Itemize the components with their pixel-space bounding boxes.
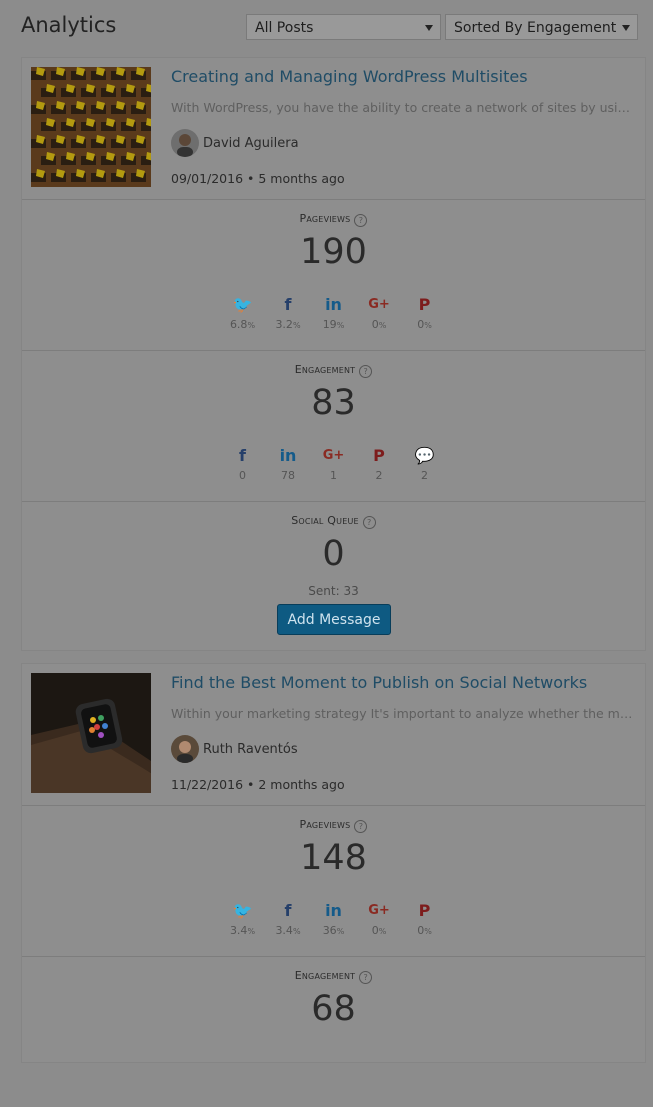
post-author: David Aguilera bbox=[171, 129, 299, 157]
add-message-button[interactable]: Add Message bbox=[277, 604, 391, 635]
stat-pinterest: P 0% bbox=[402, 294, 448, 331]
chevron-down-icon bbox=[425, 25, 433, 31]
post-title-link[interactable]: Creating and Managing WordPress Multisit… bbox=[171, 67, 528, 86]
help-icon[interactable]: ? bbox=[362, 516, 376, 529]
twitter-icon: 🐦 bbox=[232, 295, 253, 314]
stat-linkedin: in 19% bbox=[311, 294, 357, 331]
pageviews-count: 148 bbox=[300, 838, 367, 878]
post-header: Find the Best Moment to Publish on Socia… bbox=[22, 664, 645, 806]
linkedin-icon: in bbox=[325, 901, 342, 920]
social-queue-section: Social Queue? 0 Sent: 33 Add Message bbox=[22, 502, 645, 652]
avatar bbox=[171, 129, 199, 157]
post-author: Ruth Raventós bbox=[171, 735, 298, 763]
help-icon[interactable]: ? bbox=[359, 971, 373, 984]
post-filter-value: All Posts bbox=[255, 20, 314, 36]
pageviews-section: Pageviews? 148 🐦 3.4% f 3.4% in 36% G+ 0% P0… bbox=[22, 806, 645, 957]
stat-google-plus: G+ 0% bbox=[356, 294, 402, 331]
page-header: Analytics All Posts Sorted By Engagement bbox=[0, 0, 653, 56]
post-card: Creating and Managing WordPress Multisit… bbox=[21, 57, 646, 651]
stat-facebook: f 3.4% bbox=[265, 900, 311, 937]
stat-facebook: f0 bbox=[220, 445, 266, 482]
linkedin-icon: in bbox=[279, 446, 297, 465]
facebook-icon: f bbox=[239, 446, 246, 465]
google-plus-icon: G+ bbox=[322, 448, 345, 463]
sent-count: Sent: 33 bbox=[308, 584, 359, 598]
pinterest-icon: P bbox=[418, 901, 431, 920]
chevron-down-icon bbox=[622, 25, 630, 31]
pageviews-breakdown: 🐦 3.4% f 3.4% in 36% G+ 0% P 0% bbox=[22, 900, 645, 937]
google-plus-icon: G+ bbox=[368, 297, 390, 312]
stat-twitter: 🐦 6.8% bbox=[220, 294, 266, 331]
help-icon[interactable]: ? bbox=[354, 820, 368, 833]
stat-comments: 💬 2 bbox=[402, 445, 448, 482]
post-thumbnail[interactable] bbox=[31, 673, 151, 793]
post-date: 11/22/2016 • 2 months ago bbox=[171, 777, 345, 792]
stat-linkedin: in 36% bbox=[311, 900, 357, 937]
linkedin-icon: in bbox=[325, 295, 342, 314]
post-filter-select[interactable]: All Posts bbox=[246, 14, 441, 40]
social-queue-count: 0 bbox=[322, 534, 345, 574]
google-plus-icon: G+ bbox=[368, 903, 390, 918]
help-icon[interactable]: ? bbox=[354, 214, 368, 227]
stat-twitter: 🐦 3.4% bbox=[220, 900, 266, 937]
help-icon[interactable]: ? bbox=[359, 365, 373, 378]
post-thumbnail[interactable] bbox=[31, 67, 151, 187]
avatar bbox=[171, 735, 199, 763]
pinterest-icon: P bbox=[418, 295, 431, 314]
engagement-count: 83 bbox=[311, 383, 356, 423]
engagement-section: Engagement? 83 f0 in 78 G+ 1 P2 💬 2 bbox=[22, 351, 645, 502]
pinterest-icon: P bbox=[373, 446, 385, 465]
sort-select[interactable]: Sorted By Engagement bbox=[445, 14, 638, 40]
post-excerpt: Within your marketing strategy It's impo… bbox=[171, 706, 633, 721]
stat-pinterest: P 0% bbox=[402, 900, 448, 937]
engagement-label: Engagement? bbox=[22, 969, 645, 984]
pageviews-section: Pageviews? 190 🐦 6.8% f 3.2% in 19% G+ 0% P0… bbox=[22, 200, 645, 351]
comment-icon: 💬 bbox=[414, 446, 435, 465]
facebook-icon: f bbox=[284, 901, 292, 920]
page-title: Analytics bbox=[21, 13, 117, 37]
author-name: David Aguilera bbox=[203, 135, 299, 151]
social-queue-label: Social Queue? bbox=[22, 514, 645, 529]
pageviews-breakdown: 🐦 6.8% f 3.2% in 19% G+ 0% P 0% bbox=[22, 294, 645, 331]
post-card: Find the Best Moment to Publish on Socia… bbox=[21, 663, 646, 1063]
engagement-section: Engagement? 68 bbox=[22, 957, 645, 1107]
twitter-icon: 🐦 bbox=[232, 901, 253, 920]
sort-value: Sorted By Engagement bbox=[454, 20, 617, 36]
engagement-count: 68 bbox=[311, 989, 356, 1029]
post-date: 09/01/2016 • 5 months ago bbox=[171, 171, 345, 186]
stat-google-plus: G+ 1 bbox=[311, 445, 357, 482]
pageviews-label: Pageviews? bbox=[22, 818, 645, 833]
stat-linkedin: in 78 bbox=[265, 445, 311, 482]
stat-google-plus: G+ 0% bbox=[356, 900, 402, 937]
pageviews-count: 190 bbox=[300, 232, 367, 272]
stat-facebook: f 3.2% bbox=[265, 294, 311, 331]
facebook-icon: f bbox=[284, 295, 292, 314]
engagement-label: Engagement? bbox=[22, 363, 645, 378]
engagement-breakdown: f0 in 78 G+ 1 P2 💬 2 bbox=[22, 445, 645, 482]
stat-pinterest: P2 bbox=[356, 445, 402, 482]
post-header: Creating and Managing WordPress Multisit… bbox=[22, 58, 645, 200]
post-title-link[interactable]: Find the Best Moment to Publish on Socia… bbox=[171, 673, 587, 692]
post-excerpt: With WordPress, you have the ability to … bbox=[171, 100, 633, 115]
pageviews-label: Pageviews? bbox=[22, 212, 645, 227]
author-name: Ruth Raventós bbox=[203, 741, 298, 757]
